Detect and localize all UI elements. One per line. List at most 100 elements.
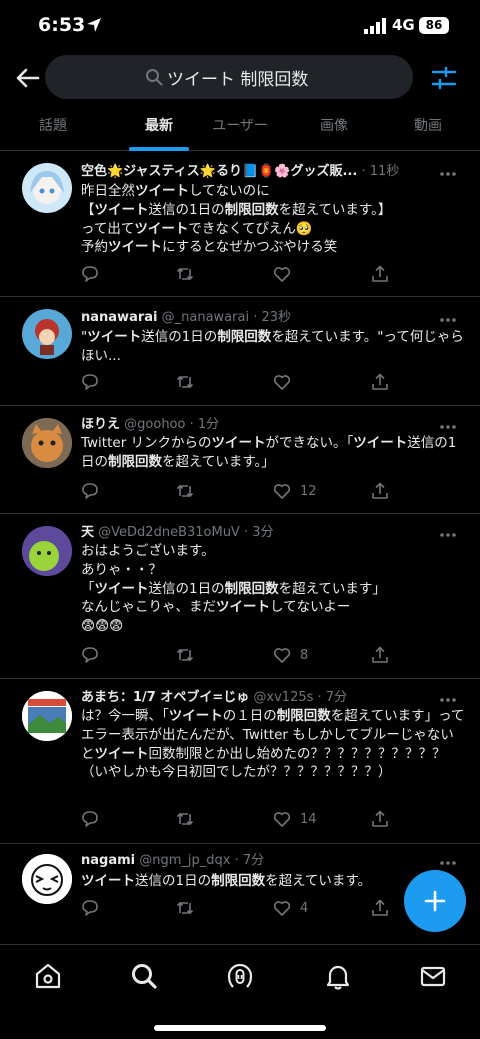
- like-button[interactable]: [273, 372, 300, 392]
- more-dots-icon[interactable]: [438, 313, 458, 327]
- like-count: 14: [300, 811, 317, 827]
- tweet-item[interactable]: 天 @VeDd2dneB31oMuV · 3分 おはようございます。 ありゃ・・…: [0, 514, 480, 679]
- reply-icon: [82, 900, 98, 916]
- reply-button[interactable]: [81, 481, 99, 501]
- tweet-text: は？今一瞬、「ツイートの１日の制限回数を超えています」ってエラー表示が出たんだが…: [81, 708, 465, 781]
- search-input[interactable]: ツイート 制限回数: [45, 55, 413, 99]
- retweet-icon: [176, 375, 194, 389]
- tweet-item[interactable]: ほりえ @goohoo · 1分 Twitter リンクからのツイートができない…: [0, 406, 480, 514]
- tweet-text: 昨日全然ツイートしてないのに 【ツイート送信の1日の制限回数を超えています。】 …: [81, 183, 392, 256]
- like-button[interactable]: 8: [273, 645, 308, 665]
- more-dots-icon[interactable]: [438, 528, 458, 542]
- user-handle[interactable]: @VeDd2dneB31oMuV: [98, 525, 240, 540]
- display-name[interactable]: あまち：1/7 オペブイ=じゅ: [81, 690, 249, 705]
- share-icon: [372, 265, 388, 282]
- share-button[interactable]: [371, 898, 389, 918]
- like-button[interactable]: 12: [273, 481, 317, 501]
- tweet-actions: 8: [81, 645, 401, 667]
- reply-icon: [82, 266, 98, 282]
- reply-button[interactable]: [81, 264, 99, 284]
- retweet-button[interactable]: [176, 264, 194, 284]
- compose-plus-icon: [424, 890, 446, 912]
- avatar[interactable]: [22, 691, 72, 741]
- share-button[interactable]: [371, 481, 389, 501]
- search-tabs: 話題 最新 ユーザー 画像 動画: [0, 104, 480, 151]
- more-dots-icon[interactable]: [438, 167, 458, 181]
- share-button[interactable]: [371, 645, 389, 665]
- signal-icon: [364, 18, 386, 34]
- avatar[interactable]: [22, 418, 72, 468]
- like-button[interactable]: [273, 264, 300, 284]
- tweet-actions: [81, 372, 401, 394]
- tweet-item[interactable]: あまち：1/7 オペブイ=じゅ @xv125s · 7分 は？今一瞬、「ツイート…: [0, 679, 480, 844]
- share-button[interactable]: [371, 809, 389, 829]
- tweet-header: あまち：1/7 オペブイ=じゅ @xv125s · 7分: [81, 689, 420, 707]
- like-button[interactable]: 4: [273, 898, 308, 918]
- reply-icon: [82, 374, 98, 390]
- share-button[interactable]: [371, 372, 389, 392]
- tweet-time: · 11秒: [361, 164, 400, 179]
- display-name[interactable]: 天: [81, 525, 94, 540]
- reply-button[interactable]: [81, 809, 99, 829]
- tweet-time: · 7分: [317, 690, 348, 705]
- reply-button[interactable]: [81, 645, 99, 665]
- tab-photos[interactable]: 画像: [286, 104, 382, 150]
- tweet-time: · 23秒: [253, 310, 292, 325]
- like-button[interactable]: 14: [273, 809, 317, 829]
- messages-icon[interactable]: [418, 961, 448, 991]
- avatar[interactable]: [22, 854, 72, 904]
- filter-sliders-icon[interactable]: [430, 64, 458, 92]
- home-icon[interactable]: [33, 961, 63, 991]
- avatar[interactable]: [22, 526, 72, 576]
- tab-videos[interactable]: 動画: [380, 104, 476, 150]
- reply-button[interactable]: [81, 372, 99, 392]
- reply-button[interactable]: [81, 898, 99, 918]
- battery-level: 86: [419, 17, 449, 34]
- like-icon: [273, 267, 291, 282]
- retweet-button[interactable]: [176, 372, 194, 392]
- more-dots-icon[interactable]: [438, 420, 458, 434]
- tweet-item[interactable]: nanawarai @_nanawarai · 23秒 "ツイート送信の1日の制…: [0, 297, 480, 406]
- user-handle[interactable]: @ngm_jp_dqx: [139, 853, 230, 868]
- display-name[interactable]: nanawarai: [81, 310, 157, 325]
- more-dots-icon[interactable]: [438, 856, 458, 870]
- tab-people[interactable]: ユーザー: [192, 104, 288, 150]
- avatar[interactable]: [22, 309, 72, 359]
- reply-icon: [82, 647, 98, 663]
- share-icon: [372, 482, 388, 499]
- tweet-actions: [81, 264, 401, 286]
- like-icon: [273, 812, 291, 827]
- avatar[interactable]: [22, 163, 72, 213]
- display-name[interactable]: 空色🌟ジャスティス🌟るり📘🏮🌸グッズ販...: [81, 164, 357, 179]
- share-icon: [372, 373, 388, 390]
- network-type: 4G: [392, 16, 415, 34]
- status-time: 6:53: [38, 14, 86, 36]
- share-button[interactable]: [371, 264, 389, 284]
- tweet-actions: 12: [81, 481, 401, 503]
- user-handle[interactable]: @xv125s: [253, 690, 313, 705]
- retweet-icon: [176, 648, 194, 662]
- like-count: 12: [300, 483, 317, 499]
- more-dots-icon[interactable]: [438, 693, 458, 707]
- tweet-actions: 4: [81, 898, 401, 920]
- retweet-button[interactable]: [176, 481, 194, 501]
- display-name[interactable]: nagami: [81, 853, 135, 868]
- tab-top[interactable]: 話題: [5, 104, 101, 150]
- spaces-icon[interactable]: [225, 961, 255, 991]
- retweet-button[interactable]: [176, 898, 194, 918]
- like-count: 4: [300, 900, 309, 916]
- display-name[interactable]: ほりえ: [81, 417, 120, 432]
- compose-tweet-button[interactable]: [404, 870, 466, 932]
- user-handle[interactable]: @goohoo: [124, 417, 185, 432]
- retweet-icon: [176, 812, 194, 826]
- back-arrow-icon[interactable]: [14, 64, 42, 92]
- search-icon: [146, 69, 163, 86]
- retweet-button[interactable]: [176, 809, 194, 829]
- search-query: ツイート 制限回数: [167, 70, 309, 90]
- retweet-button[interactable]: [176, 645, 194, 665]
- tweet-item[interactable]: 空色🌟ジャスティス🌟るり📘🏮🌸グッズ販... · 11秒 昨日全然ツイートしてな…: [0, 151, 480, 297]
- user-handle[interactable]: @_nanawarai: [162, 310, 249, 325]
- explore-icon[interactable]: [129, 961, 159, 991]
- notifications-icon[interactable]: [323, 961, 353, 991]
- retweet-icon: [176, 484, 194, 498]
